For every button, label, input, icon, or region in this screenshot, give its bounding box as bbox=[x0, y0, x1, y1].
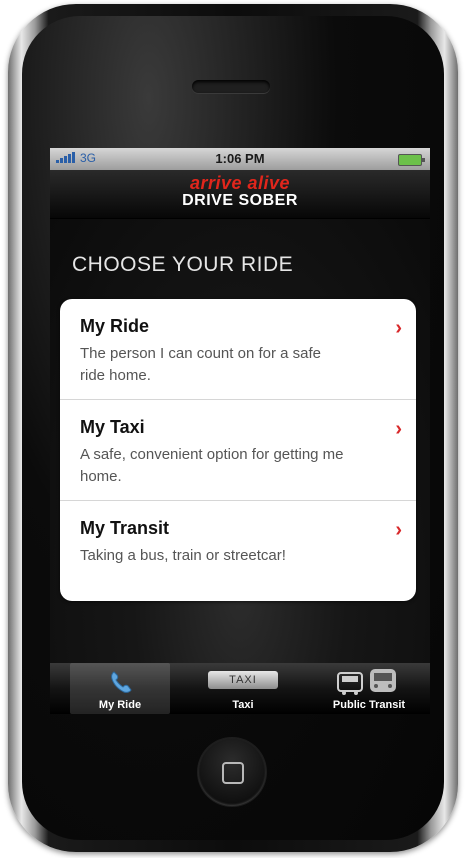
phone-icon bbox=[111, 671, 132, 693]
battery-icon bbox=[398, 154, 425, 166]
ride-option-description: The person I can count on for a safe rid… bbox=[80, 345, 321, 384]
status-bar: 3G 1:06 PM bbox=[50, 148, 430, 170]
speaker-grille bbox=[192, 80, 270, 93]
ride-option-my-ride[interactable]: My Ride The person I can count on for a … bbox=[60, 299, 416, 400]
home-square-icon bbox=[222, 762, 244, 784]
main-content: CHOOSE YOUR RIDE My Ride The person I ca… bbox=[50, 219, 430, 663]
ride-option-title: My Taxi bbox=[80, 417, 145, 437]
tab-my-ride[interactable]: My Ride bbox=[70, 663, 170, 714]
tab-label: Public Transit bbox=[332, 699, 406, 711]
tab-label: My Ride bbox=[98, 699, 142, 711]
logo-arrive-alive: arrive alive bbox=[189, 173, 291, 193]
ride-option-my-transit[interactable]: My Transit Taking a bus, train or street… bbox=[60, 501, 416, 601]
ride-option-title: My Transit bbox=[80, 518, 170, 538]
home-button[interactable] bbox=[198, 738, 266, 806]
ride-option-description: Taking a bus, train or streetcar! bbox=[80, 547, 286, 564]
logo-drive-sober: DRIVE SOBER bbox=[182, 192, 298, 209]
tab-label: Taxi bbox=[232, 699, 254, 711]
tab-taxi[interactable]: TAXI Taxi bbox=[178, 663, 308, 714]
ride-option-my-taxi[interactable]: My Taxi A safe, convenient option for ge… bbox=[60, 400, 416, 501]
chevron-right-icon: › bbox=[395, 418, 402, 440]
transit-icon bbox=[337, 669, 396, 695]
phone-screen: 3G 1:06 PM arrive alive DRIVE SOBER CHOO… bbox=[50, 148, 430, 714]
page-title: CHOOSE YOUR RIDE bbox=[72, 253, 294, 276]
chevron-right-icon: › bbox=[395, 317, 402, 339]
status-time: 1:06 PM bbox=[215, 151, 265, 166]
taxi-sign-icon: TAXI bbox=[208, 671, 278, 689]
ride-option-description: A safe, convenient option for getting me… bbox=[80, 446, 344, 485]
chevron-right-icon: › bbox=[395, 519, 402, 541]
app-header: arrive alive DRIVE SOBER bbox=[50, 170, 430, 219]
tab-bar: My Ride TAXI Taxi Public Transit bbox=[50, 663, 430, 714]
ride-options-list: My Ride The person I can count on for a … bbox=[60, 299, 416, 601]
ride-option-title: My Ride bbox=[80, 316, 150, 336]
tab-public-transit[interactable]: Public Transit bbox=[312, 663, 426, 714]
